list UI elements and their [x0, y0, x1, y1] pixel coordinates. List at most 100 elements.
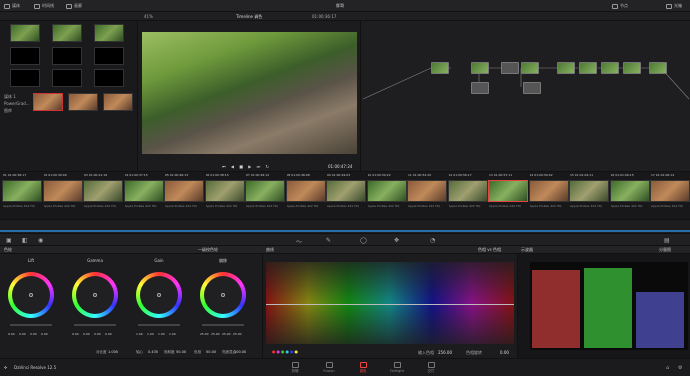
wheel-value[interactable]: 0.00 [72, 332, 79, 336]
curve-line[interactable] [266, 304, 514, 305]
color-wheel[interactable] [200, 272, 246, 318]
page-tab[interactable]: 调色 [348, 361, 378, 375]
wheel-handle[interactable] [29, 293, 33, 297]
wheel-footer-value[interactable]: 50.00 [176, 350, 186, 354]
color-match-icon[interactable]: ◧ [22, 237, 28, 244]
clip-thumbnail[interactable]: 05 01:00:46:13 Apple ProRes 422 HQ [164, 173, 204, 208]
clip-thumbnail[interactable]: 11 01:00:52:20 Apple ProRes 422 HQ [407, 173, 447, 208]
window-icon[interactable]: ◯ [360, 237, 367, 244]
nodes-button[interactable]: 节点 [612, 2, 628, 10]
color-wheel[interactable] [72, 272, 118, 318]
curve-input-value[interactable]: 256.00 [438, 350, 452, 355]
curves-icon[interactable]: 〜 [296, 237, 302, 246]
scope-mode[interactable]: 分量图 [659, 247, 671, 253]
wheel-value[interactable]: 0.00 [94, 332, 101, 336]
wheel-footer-value[interactable]: 100.00 [234, 350, 246, 354]
lightbox-button[interactable]: 光箱 [666, 2, 682, 10]
wheel-value[interactable]: 25.00 [233, 332, 242, 336]
curves-mode[interactable]: 色相 vs 色相 [478, 247, 501, 253]
wheel-value[interactable]: 0.00 [19, 332, 26, 336]
wheel-footer-value[interactable]: 1.000 [108, 350, 118, 354]
wheels-mode[interactable]: 一级校色轮 [198, 247, 218, 253]
clip-thumbnail[interactable]: 07 01:00:49:12 Apple ProRes 422 HQ [245, 173, 285, 208]
media-thumb[interactable] [52, 69, 82, 87]
timeline-button[interactable]: 时间线 [34, 2, 54, 10]
clip-thumbnail[interactable]: 08 01:00:48:08 Apple ProRes 422 HQ [285, 173, 326, 208]
color-wheel[interactable] [136, 272, 182, 318]
node[interactable] [649, 62, 667, 74]
node[interactable] [579, 62, 597, 74]
folder-item[interactable]: 图库 [4, 108, 12, 114]
wheel-value[interactable]: 1.00 [158, 332, 165, 336]
clip-thumbnail[interactable]: 03 01:00:21:16 Apple ProRes 422 HQ [83, 173, 123, 208]
media-thumb[interactable] [33, 93, 63, 111]
timeline-name[interactable]: Timeline 调色 [236, 14, 262, 20]
media-thumb[interactable] [94, 47, 124, 65]
media-thumb[interactable] [10, 69, 40, 87]
wheel-value[interactable]: 1.00 [169, 332, 176, 336]
wheel-value[interactable]: 25.00 [211, 332, 220, 336]
page-tab[interactable]: Fairlight [382, 361, 412, 375]
scope-icon[interactable]: ▤ [664, 237, 670, 244]
wheel-handle[interactable] [221, 293, 225, 297]
wheel-handle[interactable] [93, 293, 97, 297]
color-wheel[interactable] [8, 272, 54, 318]
color-wheels-icon[interactable]: ◉ [38, 237, 43, 244]
media-thumb[interactable] [10, 24, 40, 42]
clip-thumbnail[interactable]: 06 01:00:38:15 Apple ProRes 422 HQ [204, 173, 245, 208]
wheel-value[interactable]: 25.00 [200, 332, 209, 336]
node[interactable] [523, 82, 541, 94]
clip-thumbnail[interactable]: 02 01:00:39:09 Apple ProRes 422 HQ [42, 173, 83, 208]
wheel-value[interactable]: 1.00 [147, 332, 154, 336]
media-thumb[interactable] [52, 47, 82, 65]
wheel-value[interactable]: 0.00 [83, 332, 90, 336]
media-thumb[interactable] [52, 24, 82, 42]
media-thumb[interactable] [68, 93, 98, 111]
clip-thumbnail[interactable]: 12 01:00:56:17 Apple ProRes 422 HQ [447, 173, 488, 208]
transport-controls[interactable]: ⏮ ◀ ■ ▶ ⏭ ↻ [222, 164, 271, 169]
clip-thumbnail[interactable]: 15 01:01:04:11 Apple ProRes 422 HQ [569, 173, 609, 208]
media-button[interactable]: 媒体 [4, 2, 20, 10]
camera-raw-icon[interactable]: ▣ [6, 237, 12, 244]
wheel-value[interactable]: 1.00 [136, 332, 143, 336]
wheel-footer-value[interactable]: 50.00 [206, 350, 216, 354]
mini-timeline[interactable] [0, 219, 690, 233]
folder-item[interactable]: 媒体 1 [4, 94, 16, 100]
clip-thumbnail[interactable]: 13 01:00:57:11 Apple ProRes 422 HQ [488, 173, 528, 208]
clip-thumbnail[interactable]: 10 01:00:50:22 Apple ProRes 422 HQ [366, 173, 407, 208]
node[interactable] [431, 62, 449, 74]
page-tab[interactable]: 剪辑 [280, 361, 310, 375]
media-thumb[interactable] [94, 69, 124, 87]
node[interactable] [601, 62, 619, 74]
wheel-master-slider[interactable] [202, 324, 244, 326]
qualifier-icon[interactable]: ✎ [326, 237, 331, 244]
media-thumb[interactable] [10, 47, 40, 65]
wheel-handle[interactable] [157, 293, 161, 297]
wheel-value[interactable]: 25.00 [222, 332, 231, 336]
gallery-button[interactable]: 画廊 [66, 2, 82, 10]
wheel-value[interactable]: 0.00 [41, 332, 48, 336]
clip-thumbnail[interactable]: 09 01:00:49:03 Apple ProRes 422 HQ [326, 173, 366, 208]
wheel-master-slider[interactable] [138, 324, 180, 326]
clip-thumbnail[interactable]: 04 01:00:37:15 Apple ProRes 422 HQ [123, 173, 164, 208]
node[interactable] [521, 62, 539, 74]
page-tab[interactable]: Fusion [314, 361, 344, 375]
wheel-master-slider[interactable] [10, 324, 52, 326]
hue-swatches[interactable]: ●●●●●● [272, 349, 299, 354]
node[interactable] [557, 62, 575, 74]
tracker-icon[interactable]: ✥ [394, 237, 399, 244]
clip-thumbnail[interactable]: 14 01:00:59:02 Apple ProRes 422 HQ [528, 173, 569, 208]
node[interactable] [471, 62, 489, 74]
folder-item[interactable]: PowerGrad... [4, 101, 30, 106]
blur-icon[interactable]: ◔ [430, 237, 435, 244]
wheel-value[interactable]: 0.00 [30, 332, 37, 336]
clip-thumbnail[interactable]: 17 01:01:06:14 Apple ProRes 422 HQ [650, 173, 690, 208]
clip-thumbnail[interactable]: 16 01:01:06:15 Apple ProRes 422 HQ [609, 173, 650, 208]
page-tab[interactable]: 交付 [416, 361, 446, 375]
wheel-master-slider[interactable] [74, 324, 116, 326]
wheel-value[interactable]: 0.00 [8, 332, 15, 336]
node[interactable] [623, 62, 641, 74]
wheel-footer-value[interactable]: 0.435 [148, 350, 158, 354]
media-thumb[interactable] [94, 24, 124, 42]
node[interactable] [501, 62, 519, 74]
